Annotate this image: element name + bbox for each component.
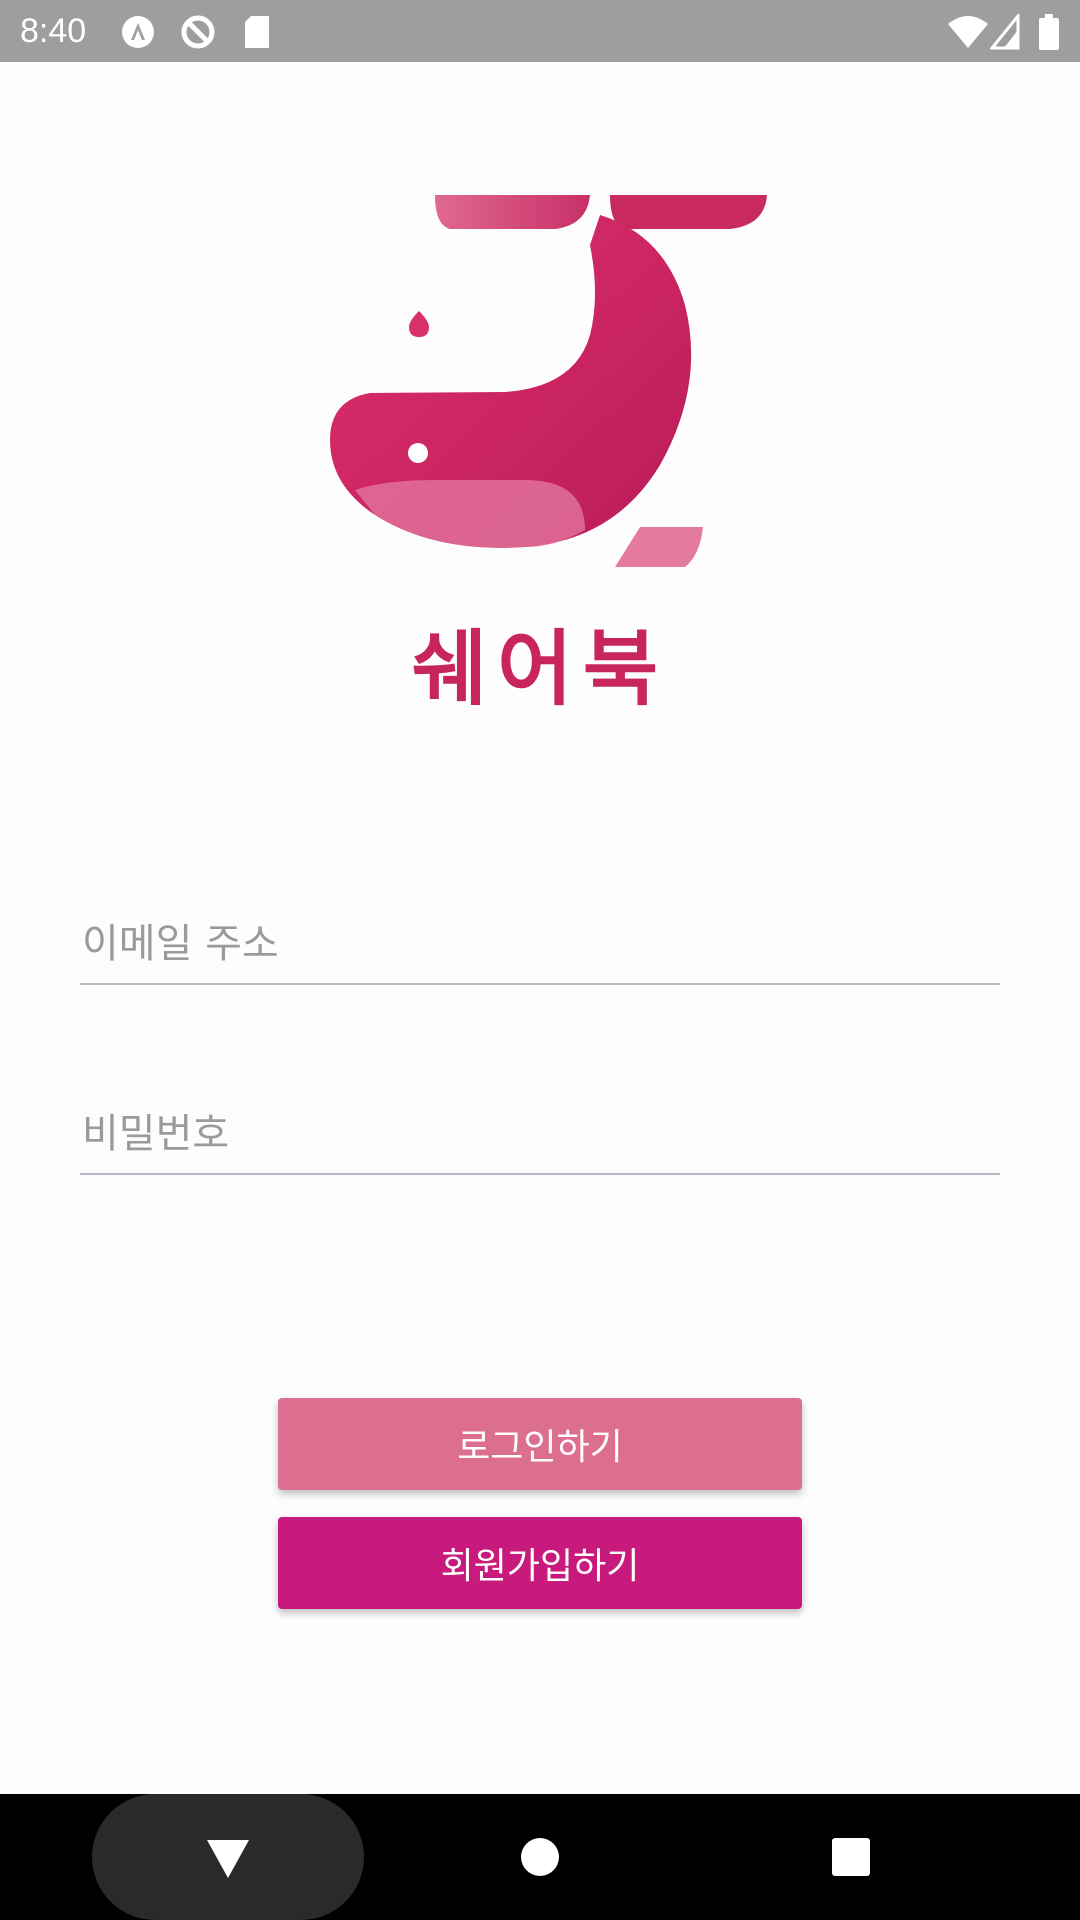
home-circle-icon[interactable] <box>505 1822 575 1892</box>
wifi-icon <box>948 16 988 48</box>
app-title: 쉐어북 <box>411 622 669 717</box>
sync-notification-icon <box>181 15 215 49</box>
signup-button[interactable]: 회원가입하기 <box>278 1517 802 1609</box>
status-time: 8:40 <box>20 12 87 50</box>
password-field[interactable] <box>80 1095 1000 1175</box>
login-screen: 8:40 쉐어북 이메일 주소 로그인하기 회원가입하기 <box>0 0 1080 1920</box>
sd-card-icon <box>245 16 269 48</box>
battery-icon <box>1039 14 1059 50</box>
app-notification-icon <box>122 16 154 48</box>
email-field[interactable] <box>80 905 1000 985</box>
back-button[interactable] <box>92 1794 364 1920</box>
whale-logo-icon <box>330 195 767 567</box>
back-triangle-icon <box>207 1840 249 1878</box>
login-button[interactable]: 로그인하기 <box>278 1398 802 1490</box>
recents-square-icon[interactable] <box>816 1822 886 1892</box>
cell-signal-icon <box>990 14 1020 50</box>
navigation-bar <box>0 1794 1080 1920</box>
status-bar: 8:40 <box>0 0 1080 62</box>
